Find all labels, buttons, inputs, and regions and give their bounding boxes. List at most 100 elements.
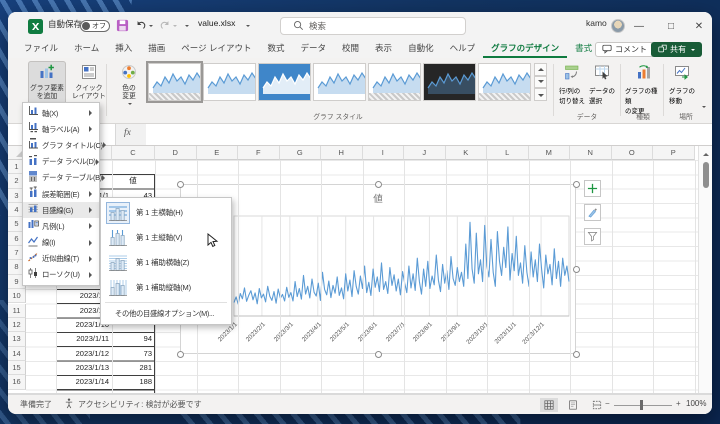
menu-item-axis-labels[interactable]: 軸ラベル(A)	[23, 121, 99, 137]
tab-item-7[interactable]: 校閲	[334, 39, 367, 58]
normal-view-button[interactable]	[540, 398, 558, 412]
row-header-15[interactable]: 15	[8, 360, 26, 376]
user-name[interactable]: kamo	[586, 18, 607, 28]
qat-customize-chevron[interactable]	[183, 22, 189, 29]
tab-chart-design[interactable]: グラフのデザイン	[483, 39, 567, 58]
row-header-11[interactable]: 11	[8, 303, 26, 318]
chart-elements-button[interactable]	[584, 180, 601, 197]
comments-button[interactable]: コメント	[595, 42, 654, 57]
chart-style-thumbnail-1[interactable]	[146, 61, 203, 103]
row-header-10[interactable]: 10	[8, 289, 26, 304]
menu-item-error-bars[interactable]: 誤差範囲(E)	[23, 186, 99, 202]
cell-C16[interactable]: 188	[114, 375, 152, 389]
menu-item-data-table[interactable]: データ テーブル(B)	[23, 170, 105, 186]
save-icon[interactable]	[116, 19, 129, 32]
menu-item-gridlines[interactable]: 目盛線(G)	[23, 202, 99, 219]
cell-B13[interactable]: 2023/1/11	[58, 332, 109, 346]
ribbon-button-move-chart[interactable]: グラフの 移動	[667, 61, 697, 109]
cell-C15[interactable]: 281	[114, 361, 152, 375]
vertical-scrollbar[interactable]	[698, 146, 712, 393]
scroll-up-arrow[interactable]	[703, 150, 709, 156]
cell-C13[interactable]: 94	[114, 332, 152, 346]
chart-style-thumbnail-6[interactable]	[423, 63, 476, 101]
tab-item-5[interactable]: 数式	[260, 39, 293, 58]
cell-B14[interactable]: 2023/1/12	[58, 347, 109, 361]
search-input[interactable]: 検索	[280, 17, 466, 35]
accessibility-status[interactable]: アクセシビリティ: 検討が必要です	[78, 399, 202, 410]
minimize-button[interactable]: —	[626, 12, 652, 40]
tab-item-6[interactable]: データ	[293, 39, 335, 58]
tab-file[interactable]: ファイル	[16, 39, 66, 58]
ribbon-collapse-chevron[interactable]	[700, 106, 706, 119]
column-header-K[interactable]: K	[445, 146, 487, 160]
undo-dropdown[interactable]	[149, 24, 153, 29]
column-header-O[interactable]: O	[611, 146, 653, 160]
chart-selection-handle[interactable]	[176, 350, 184, 358]
ribbon-button-select-data[interactable]: データの 選択	[587, 61, 617, 109]
zoom-out-button[interactable]: −	[605, 399, 610, 408]
maximize-button[interactable]: □	[658, 12, 684, 40]
row-header-14[interactable]: 14	[8, 346, 26, 361]
zoom-slider-track[interactable]	[614, 404, 672, 406]
title-dropdown-chevron[interactable]	[244, 22, 250, 29]
column-header-F[interactable]: F	[238, 146, 280, 160]
chart-style-thumbnail-5[interactable]	[368, 63, 421, 101]
chart-style-thumbnail-4[interactable]	[313, 63, 366, 101]
column-header-M[interactable]: M	[528, 146, 570, 160]
close-button[interactable]: ✕	[686, 12, 712, 40]
zoom-slider-handle[interactable]	[640, 400, 643, 410]
tab-item-3[interactable]: 描画	[140, 39, 173, 58]
menu-item-legend[interactable]: 凡例(L)	[23, 218, 99, 234]
column-header-N[interactable]: N	[570, 146, 612, 160]
zoom-in-button[interactable]: +	[676, 399, 681, 408]
column-header-D[interactable]: D	[155, 146, 197, 160]
menu-item-trendline[interactable]: 近似曲線(T)	[23, 251, 99, 267]
column-header-L[interactable]: L	[487, 146, 529, 160]
page-break-view-button[interactable]	[588, 398, 606, 412]
submenu-item-more-gridline-options[interactable]: その他の目盛線オプション(M)...	[101, 305, 231, 322]
menu-item-chart-title[interactable]: グラフ タイトル(C)	[23, 137, 106, 153]
chart-filter-button[interactable]	[584, 228, 601, 245]
menu-item-data-labels[interactable]: データ ラベル(D)	[23, 154, 99, 170]
document-title[interactable]: value.xlsx	[198, 18, 235, 28]
vertical-scroll-thumb[interactable]	[702, 162, 709, 188]
tab-item-2[interactable]: 挿入	[107, 39, 140, 58]
tab-item-9[interactable]: 自動化	[400, 39, 442, 58]
gallery-scroll-up[interactable]	[534, 63, 547, 76]
chart-style-thumbnail-2[interactable]	[203, 63, 256, 101]
undo-icon[interactable]	[135, 19, 153, 31]
chart-style-thumbnail-7[interactable]	[478, 63, 531, 101]
chart-style-thumbnail-3[interactable]	[258, 63, 311, 101]
chart-selection-handle[interactable]	[374, 350, 382, 358]
cell-C14[interactable]: 73	[114, 347, 152, 361]
formula-input[interactable]	[146, 124, 712, 145]
chart-selection-handle[interactable]	[176, 180, 184, 188]
gallery-scroll-down[interactable]	[534, 75, 547, 89]
ribbon-button-change-colors[interactable]: 色の 変更	[110, 61, 148, 109]
autosave-toggle[interactable]: オフ	[80, 20, 110, 32]
submenu-item-minor-vertical-gridlines[interactable]: 第 1 補助縦軸(M)	[101, 275, 231, 300]
row-header-13[interactable]: 13	[8, 332, 26, 347]
menu-item-lines[interactable]: 線(I)	[23, 235, 99, 251]
tab-item-1[interactable]: ホーム	[66, 39, 107, 58]
avatar[interactable]	[611, 19, 625, 33]
chart-selection-handle[interactable]	[572, 180, 580, 188]
tab-item-10[interactable]: ヘルプ	[442, 39, 484, 58]
column-header-H[interactable]: H	[321, 146, 363, 160]
chart-title[interactable]: 値	[181, 191, 575, 205]
row-header-16[interactable]: 16	[8, 375, 26, 390]
chart-selection-handle[interactable]	[374, 180, 382, 188]
chart-object[interactable]: 値 2023/1/1 2023/2/1 2023/3/1 2023/4/1 2023/5…	[180, 184, 576, 354]
share-button[interactable]: 共有	[651, 42, 702, 57]
chart-selection-handle[interactable]	[572, 265, 580, 273]
cell-B16[interactable]: 2023/1/14	[58, 375, 109, 389]
zoom-level[interactable]: 100%	[686, 399, 706, 408]
column-header-E[interactable]: E	[196, 146, 238, 160]
column-header-P[interactable]: P	[653, 146, 695, 160]
cell-C2[interactable]: 値	[114, 174, 152, 188]
cell-B15[interactable]: 2023/1/13	[58, 361, 109, 375]
menu-item-updown-bars[interactable]: ローソク(U)	[23, 267, 99, 283]
ribbon-button-switch-row-column[interactable]: 行/列の 切り替え	[557, 61, 587, 109]
gallery-more-button[interactable]	[534, 88, 547, 102]
chart-selection-handle[interactable]	[572, 350, 580, 358]
